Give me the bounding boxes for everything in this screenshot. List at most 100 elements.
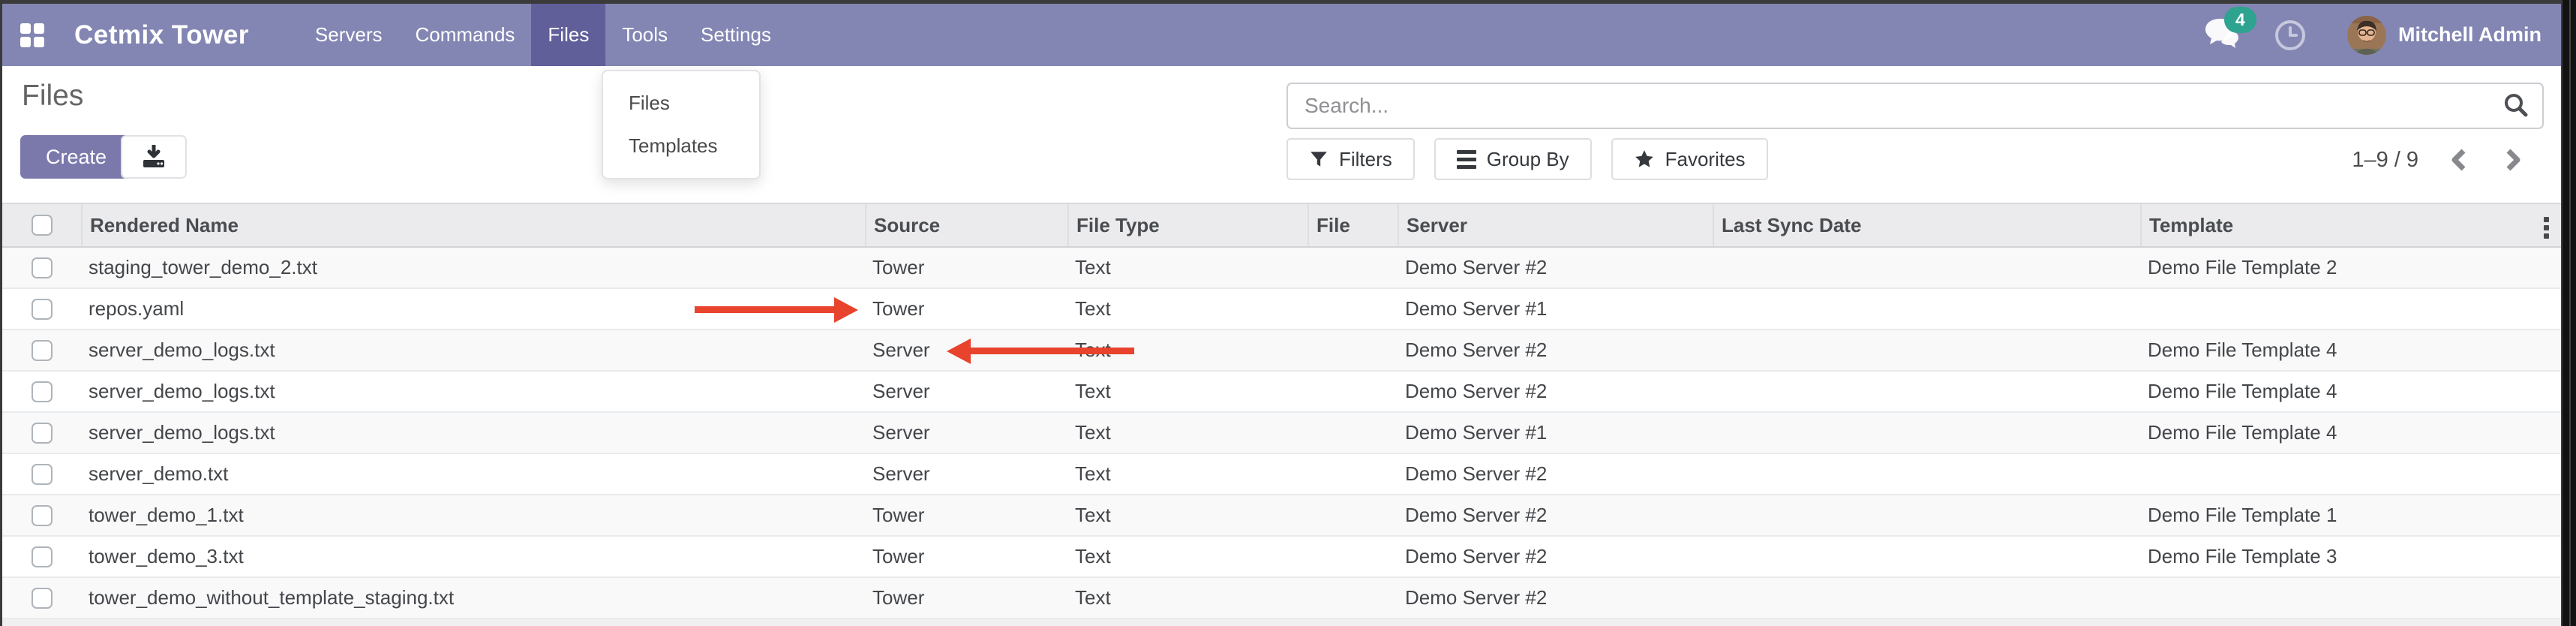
cell-rendered-name: server_demo_logs.txt: [81, 421, 865, 444]
table-row[interactable]: tower_demo_1.txt Tower Text Demo Server …: [2, 495, 2561, 537]
cell-template: Demo File Template 2: [2140, 256, 2561, 279]
screen-edge-left: [0, 0, 2, 626]
nav-item-tools[interactable]: Tools: [605, 4, 684, 66]
row-checkbox[interactable]: [32, 588, 53, 609]
create-button[interactable]: Create: [20, 135, 132, 179]
cell-file-type: Text: [1067, 545, 1308, 568]
group-by-label: Group By: [1487, 148, 1569, 171]
pager-next-button[interactable]: [2499, 144, 2526, 176]
cell-rendered-name: server_demo.txt: [81, 462, 865, 486]
dropdown-item-files[interactable]: Files: [603, 82, 759, 125]
table-row[interactable]: tower_demo_3.txt Tower Text Demo Server …: [2, 537, 2561, 578]
pager-range: 1–9 / 9: [2352, 148, 2418, 173]
table-row[interactable]: server_demo_logs.txt Server Text Demo Se…: [2, 413, 2561, 454]
row-checkbox[interactable]: [32, 505, 53, 526]
column-header-last-sync-date[interactable]: Last Sync Date: [1713, 204, 2140, 246]
cell-server: Demo Server #2: [1398, 545, 1713, 568]
table-row[interactable]: repos.yaml Tower Text Demo Server #1: [2, 289, 2561, 330]
main-menu: Servers Commands Files Tools Settings: [299, 4, 788, 66]
cell-server: Demo Server #2: [1398, 256, 1713, 279]
column-header-file[interactable]: File: [1308, 204, 1398, 246]
row-checkbox[interactable]: [32, 340, 53, 361]
table-row[interactable]: tower_demo_without_template_staging.txt …: [2, 578, 2561, 619]
dropdown-item-templates[interactable]: Templates: [603, 125, 759, 167]
cell-file-type: Text: [1067, 297, 1308, 321]
apps-menu-icon[interactable]: [20, 23, 44, 47]
user-avatar[interactable]: [2347, 16, 2386, 55]
cell-server: Demo Server #2: [1398, 586, 1713, 609]
cell-server: Demo Server #2: [1398, 504, 1713, 527]
files-dropdown-menu: Files Templates: [602, 70, 761, 179]
control-panel: Files Create Filters: [2, 66, 2561, 203]
cell-file-type: Text: [1067, 256, 1308, 279]
pager-previous-button[interactable]: [2445, 144, 2472, 176]
column-header-template[interactable]: Template: [2140, 204, 2561, 246]
cell-template: Demo File Template 3: [2140, 545, 2561, 568]
row-checkbox[interactable]: [32, 423, 53, 444]
messages-icon[interactable]: 4: [2205, 17, 2241, 53]
cell-server: Demo Server #2: [1398, 462, 1713, 486]
table-row[interactable]: server_demo_logs.txt Server Text Demo Se…: [2, 372, 2561, 413]
red-arrow-left: [947, 339, 1134, 364]
cell-source: Tower: [865, 586, 1067, 609]
cell-source: Tower: [865, 545, 1067, 568]
cell-server: Demo Server #1: [1398, 297, 1713, 321]
filters-label: Filters: [1339, 148, 1392, 171]
files-list-table: Rendered Name Source File Type File Serv…: [2, 203, 2561, 619]
nav-item-settings[interactable]: Settings: [684, 4, 788, 66]
cell-server: Demo Server #2: [1398, 339, 1713, 362]
search-submit-button[interactable]: [2490, 84, 2542, 128]
screen-edge-right: [2561, 0, 2576, 626]
cell-server: Demo Server #1: [1398, 421, 1713, 444]
favorites-button[interactable]: Favorites: [1611, 138, 1768, 180]
row-checkbox[interactable]: [32, 257, 53, 278]
nav-item-commands[interactable]: Commands: [398, 4, 531, 66]
app-brand[interactable]: Cetmix Tower: [74, 20, 249, 50]
cell-file-type: Text: [1067, 380, 1308, 403]
row-checkbox[interactable]: [32, 464, 53, 485]
user-menu[interactable]: Mitchell Admin: [2398, 23, 2541, 47]
filters-button[interactable]: Filters: [1286, 138, 1415, 180]
activities-icon[interactable]: [2274, 19, 2307, 52]
row-checkbox[interactable]: [32, 381, 53, 402]
table-row[interactable]: server_demo_logs.txt Server Text Demo Se…: [2, 330, 2561, 372]
page-title: Files: [22, 80, 83, 113]
row-checkbox[interactable]: [32, 299, 53, 320]
search-bar: [1286, 83, 2544, 129]
search-icon: [2502, 92, 2530, 120]
cell-template: Demo File Template 1: [2140, 504, 2561, 527]
search-input[interactable]: [1288, 84, 2490, 128]
nav-item-servers[interactable]: Servers: [299, 4, 399, 66]
group-by-button[interactable]: Group By: [1434, 138, 1592, 180]
cell-template: Demo File Template 4: [2140, 339, 2561, 362]
column-header-rendered-name[interactable]: Rendered Name: [81, 204, 865, 246]
row-checkbox[interactable]: [32, 546, 53, 567]
cell-rendered-name: tower_demo_3.txt: [81, 545, 865, 568]
cell-file-type: Text: [1067, 504, 1308, 527]
red-arrow-right: [695, 297, 860, 323]
column-header-server[interactable]: Server: [1398, 204, 1713, 246]
table-row[interactable]: staging_tower_demo_2.txt Tower Text Demo…: [2, 248, 2561, 289]
column-header-source[interactable]: Source: [865, 204, 1067, 246]
top-navbar: Cetmix Tower Servers Commands Files Tool…: [2, 4, 2561, 66]
cell-source: Tower: [865, 504, 1067, 527]
cell-file-type: Text: [1067, 586, 1308, 609]
cell-source: Server: [865, 421, 1067, 444]
nav-item-files[interactable]: Files: [531, 4, 605, 66]
column-header-file-type[interactable]: File Type: [1067, 204, 1308, 246]
optional-columns-toggle-icon[interactable]: [2544, 217, 2549, 239]
list-bottom-strip: [2, 619, 2561, 626]
import-button[interactable]: [121, 135, 187, 179]
group-by-icon: [1457, 150, 1476, 169]
cell-source: Server: [865, 380, 1067, 403]
filter-bar: Filters Group By Favorites: [1286, 138, 1768, 180]
cell-rendered-name: server_demo_logs.txt: [81, 380, 865, 403]
cell-source: Tower: [865, 256, 1067, 279]
messages-count-badge: 4: [2224, 7, 2256, 33]
favorites-label: Favorites: [1665, 148, 1746, 171]
cell-template: Demo File Template 4: [2140, 421, 2561, 444]
table-row[interactable]: server_demo.txt Server Text Demo Server …: [2, 454, 2561, 495]
cell-rendered-name: tower_demo_without_template_staging.txt: [81, 586, 865, 609]
pager: 1–9 / 9: [2352, 144, 2526, 176]
select-all-checkbox[interactable]: [32, 215, 53, 236]
